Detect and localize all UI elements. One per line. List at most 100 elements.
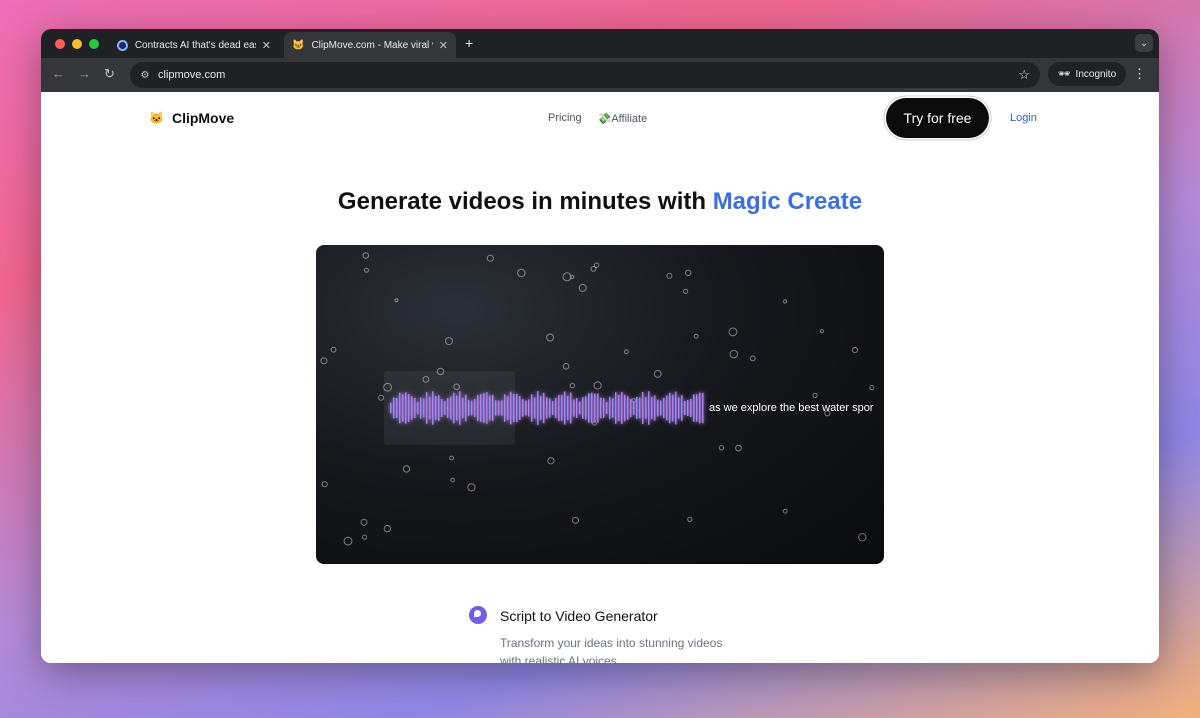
close-window-button[interactable] (55, 39, 65, 49)
waveform-bar (612, 398, 614, 418)
waveform-bar (438, 395, 440, 421)
waveform-bar (483, 393, 485, 423)
bubble (445, 337, 453, 346)
demo-video[interactable]: as we explore the best water spor (316, 245, 884, 564)
waveform-bar (444, 401, 446, 415)
waveform-bar (582, 397, 584, 419)
waveform-bar (435, 396, 437, 420)
incognito-label: Incognito (1075, 68, 1117, 80)
waveform-bar (684, 401, 686, 415)
waveform-bar (648, 391, 650, 425)
new-tab-icon[interactable]: + (465, 35, 473, 51)
incognito-badge[interactable]: 🕶 Incognito (1048, 62, 1126, 86)
waveform-bar (696, 394, 698, 422)
waveform-bar (618, 394, 620, 422)
waveform-bar (420, 397, 422, 419)
waveform-bar (690, 399, 692, 417)
waveform-bar (567, 396, 569, 420)
bubble (360, 518, 368, 526)
waveform-bar (615, 392, 617, 424)
tab-title: ClipMove.com - Make viral videos (311, 39, 432, 51)
waveform-bar (480, 394, 482, 422)
bubble (450, 477, 455, 483)
waveform-bar (660, 400, 662, 416)
waveform-bar (408, 394, 410, 422)
waveform-bar (417, 401, 419, 415)
contracts-favicon-icon (117, 39, 128, 51)
site-settings-icon[interactable]: ⚙ (138, 68, 152, 82)
waveform-bar (462, 397, 464, 419)
waveform-bar (507, 396, 509, 420)
hero-headline: Generate videos in minutes with Magic Cr… (41, 188, 1159, 216)
waveform-bar (666, 395, 668, 421)
back-arrow-icon[interactable]: ← (52, 66, 65, 81)
waveform-bar (576, 398, 578, 418)
waveform-bar (525, 400, 527, 416)
bubble (623, 349, 629, 355)
bubble (467, 483, 476, 492)
waveform-bar (681, 395, 683, 421)
waveform-bar (498, 400, 500, 416)
bubble (362, 534, 368, 540)
bubble (590, 266, 597, 272)
bubble (858, 533, 867, 542)
waveform-bar (687, 399, 689, 417)
close-tab-icon[interactable]: ✕ (439, 39, 448, 52)
waveform-bar (558, 395, 560, 421)
tab-contracts[interactable]: Contracts AI that's dead easy ✕ (109, 32, 279, 58)
bubble (783, 299, 788, 304)
waveform-bar (495, 400, 497, 416)
waveform-bar (393, 397, 395, 419)
waveform-bar (411, 396, 413, 420)
bubble (693, 333, 699, 339)
waveform-bar (672, 394, 674, 422)
waveform-bar (639, 397, 641, 419)
logo-text: ClipMove (171, 110, 235, 126)
tab-search-icon[interactable]: ⌄ (1135, 34, 1153, 52)
bubble (578, 283, 587, 292)
waveform-bar (654, 395, 656, 421)
bubble (687, 516, 693, 522)
bubble (394, 298, 399, 303)
try-for-free-button[interactable]: Try for free (886, 98, 989, 138)
bubble (562, 272, 572, 282)
headline-text: Generate videos in minutes with (337, 188, 713, 215)
nav-affiliate[interactable]: 💸Affiliate (598, 112, 648, 125)
minimize-window-button[interactable] (72, 39, 82, 49)
bubble (321, 481, 328, 488)
login-link[interactable]: Login (1010, 112, 1037, 124)
incognito-icon: 🕶 (1057, 68, 1071, 80)
site-logo[interactable]: 🐱 ClipMove (149, 110, 234, 126)
waveform-bar (636, 397, 638, 419)
waveform-bar (645, 397, 647, 419)
waveform-bar (402, 394, 404, 422)
clipmove-favicon-icon: 🐱 (292, 39, 305, 51)
tab-title: Contracts AI that's dead easy (134, 39, 256, 51)
bubble (685, 269, 692, 276)
tab-clipmove[interactable]: 🐱 ClipMove.com - Make viral videos ✕ (284, 32, 456, 58)
waveform-bar (564, 391, 566, 425)
waveform-bar (405, 392, 407, 424)
waveform-bar (531, 394, 533, 422)
close-tab-icon[interactable]: ✕ (262, 39, 271, 52)
address-bar[interactable]: ⚙ clipmove.com ☆ (130, 62, 1040, 88)
waveform-bar (447, 398, 449, 418)
video-caption: as we explore the best water spor (709, 402, 874, 414)
reload-icon[interactable]: ↻ (104, 66, 115, 82)
bubble (547, 457, 555, 465)
waveform-bar (540, 396, 542, 420)
bookmark-star-icon[interactable]: ☆ (1018, 67, 1030, 83)
bubble (851, 347, 859, 354)
waveform-bar (561, 395, 563, 421)
maximize-window-button[interactable] (89, 39, 99, 49)
bubble (546, 333, 555, 342)
waveform-bar (471, 400, 473, 416)
window-controls (55, 39, 99, 49)
waveform-bar (528, 399, 530, 417)
forward-arrow-icon[interactable]: → (78, 66, 91, 81)
bubble (449, 455, 455, 461)
bubble (729, 349, 739, 359)
waveform-bar (588, 393, 590, 423)
menu-kebab-icon[interactable]: ⋮ (1133, 66, 1146, 82)
nav-pricing[interactable]: Pricing (548, 112, 582, 125)
